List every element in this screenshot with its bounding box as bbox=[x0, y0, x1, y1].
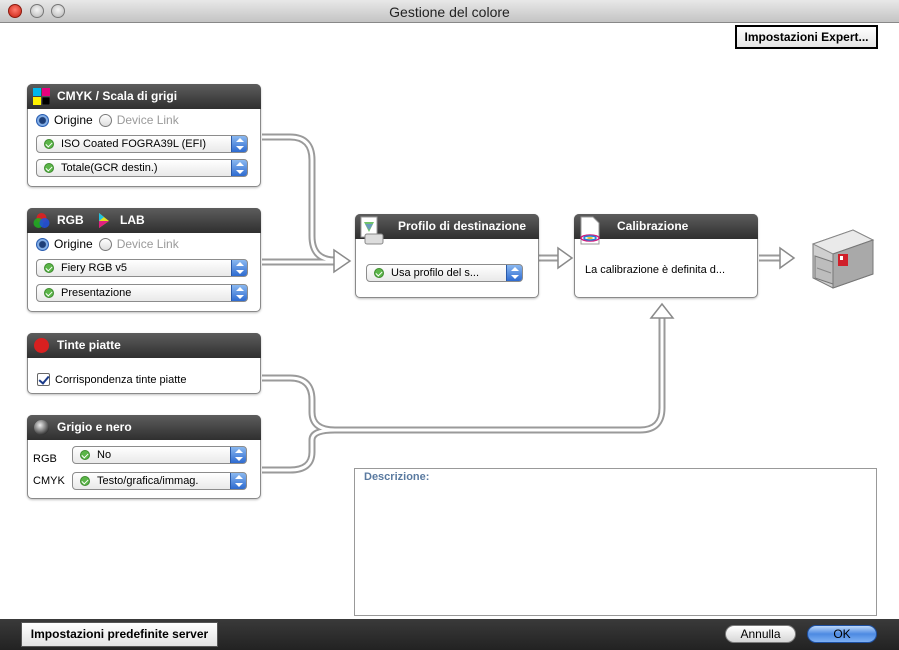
title-bar: Gestione del colore bbox=[0, 0, 899, 23]
description-box: Descrizione: bbox=[354, 468, 877, 616]
destination-profile-value: Usa profilo del s... bbox=[391, 267, 480, 279]
cancel-button[interactable]: Annulla bbox=[725, 625, 796, 643]
spot-panel-title: Tinte piatte bbox=[57, 338, 121, 352]
cmyk-devicelink-label: Device Link bbox=[116, 113, 179, 127]
cmyk-grayscale-panel: CMYK / Scala di grigi Origine Device Lin… bbox=[27, 84, 261, 187]
gray-rgb-value: No bbox=[97, 449, 112, 461]
check-icon bbox=[80, 476, 90, 486]
select-arrows-icon bbox=[231, 160, 247, 176]
rgb-devicelink-radio[interactable] bbox=[98, 237, 112, 251]
select-arrows-icon bbox=[231, 285, 247, 301]
rgb-devicelink-label: Device Link bbox=[116, 237, 179, 251]
gray-sphere-icon bbox=[34, 420, 49, 435]
cmyk-origin-label: Origine bbox=[54, 113, 93, 127]
rgb-origin-radio[interactable] bbox=[36, 237, 49, 251]
cmyk-panel-header: CMYK / Scala di grigi bbox=[27, 84, 261, 109]
printer-profile-icon bbox=[360, 216, 384, 245]
rgb-panel-title: RGB bbox=[57, 213, 84, 227]
select-arrows-icon bbox=[231, 260, 247, 276]
spot-matching-checkbox[interactable] bbox=[37, 373, 50, 386]
calib-panel-header: Calibrazione bbox=[574, 214, 758, 245]
check-icon bbox=[44, 163, 54, 173]
select-arrows-icon bbox=[230, 473, 246, 489]
select-arrows-icon bbox=[506, 265, 522, 281]
rgb-rendering-value: Presentazione bbox=[61, 287, 132, 299]
color-management-window: Gestione del colore Impostazioni Expert.… bbox=[0, 0, 899, 650]
cmyk-origin-radio[interactable] bbox=[36, 113, 49, 127]
spot-matching-label: Corrispondenza tinte piatte bbox=[55, 374, 187, 386]
printer-icon bbox=[811, 229, 875, 289]
gray-rgb-select[interactable]: No bbox=[72, 446, 247, 464]
rgb-source-radio-group: Origine Device Link bbox=[36, 237, 179, 251]
lab-gamut-icon bbox=[99, 213, 109, 228]
ok-button[interactable]: OK bbox=[807, 625, 877, 643]
destination-profile-panel: Profilo di destinazione Usa profilo del … bbox=[355, 214, 539, 298]
select-arrows-icon bbox=[231, 136, 247, 152]
calibration-text: La calibrazione è definita d... bbox=[585, 264, 726, 276]
dest-panel-header: Profilo di destinazione bbox=[355, 214, 539, 245]
gray-cmyk-select[interactable]: Testo/grafica/immag. bbox=[72, 472, 247, 490]
select-arrows-icon bbox=[230, 447, 246, 463]
spot-panel-header: Tinte piatte bbox=[27, 333, 261, 358]
spot-colors-panel: Tinte piatte Corrispondenza tinte piatte bbox=[27, 333, 261, 394]
cmyk-panel-title: CMYK / Scala di grigi bbox=[57, 89, 178, 103]
cmyk-source-profile-value: ISO Coated FOGRA39L (EFI) bbox=[61, 138, 207, 150]
check-icon bbox=[80, 450, 90, 460]
description-label: Descrizione: bbox=[364, 471, 430, 483]
dest-panel-title: Profilo di destinazione bbox=[398, 219, 527, 233]
lab-panel-title: LAB bbox=[120, 213, 145, 227]
window-title: Gestione del colore bbox=[389, 4, 510, 20]
cmyk-source-profile-select[interactable]: ISO Coated FOGRA39L (EFI) bbox=[36, 135, 248, 153]
calibration-document-icon bbox=[580, 216, 600, 245]
rgb-lab-panel: RGB LAB Origine Device Link Fiery RGB v5… bbox=[27, 208, 261, 312]
calib-panel-title: Calibrazione bbox=[617, 219, 689, 233]
gray-black-panel: Grigio e nero RGB No CMYK Testo/grafica/… bbox=[27, 415, 261, 499]
server-defaults-button[interactable]: Impostazioni predefinite server bbox=[21, 622, 218, 647]
check-icon bbox=[44, 288, 54, 298]
rgb-panel-header: RGB LAB bbox=[27, 208, 261, 233]
spot-color-icon bbox=[34, 338, 49, 353]
expert-settings-button[interactable]: Impostazioni Expert... bbox=[735, 25, 878, 49]
cmyk-source-radio-group: Origine Device Link bbox=[36, 113, 179, 127]
rgb-origin-label: Origine bbox=[54, 237, 93, 251]
check-icon bbox=[44, 139, 54, 149]
gray-cmyk-value: Testo/grafica/immag. bbox=[97, 475, 199, 487]
calibration-panel: Calibrazione La calibrazione è definita … bbox=[574, 214, 758, 298]
gray-rgb-label: RGB bbox=[33, 453, 57, 465]
destination-profile-select[interactable]: Usa profilo del s... bbox=[366, 264, 523, 282]
rgb-source-profile-value: Fiery RGB v5 bbox=[61, 262, 128, 274]
rgb-circles-icon bbox=[33, 213, 50, 228]
cmyk-devicelink-radio[interactable] bbox=[98, 113, 112, 127]
gray-cmyk-label: CMYK bbox=[33, 475, 65, 487]
gray-panel-title: Grigio e nero bbox=[57, 420, 132, 434]
check-icon bbox=[374, 268, 384, 278]
cmyk-rendering-select[interactable]: Totale(GCR destin.) bbox=[36, 159, 248, 177]
cmyk-rendering-value: Totale(GCR destin.) bbox=[61, 162, 158, 174]
cmyk-swatch-icon bbox=[33, 88, 50, 105]
gray-panel-header: Grigio e nero bbox=[27, 415, 261, 440]
rgb-rendering-select[interactable]: Presentazione bbox=[36, 284, 248, 302]
check-icon bbox=[44, 263, 54, 273]
rgb-source-profile-select[interactable]: Fiery RGB v5 bbox=[36, 259, 248, 277]
